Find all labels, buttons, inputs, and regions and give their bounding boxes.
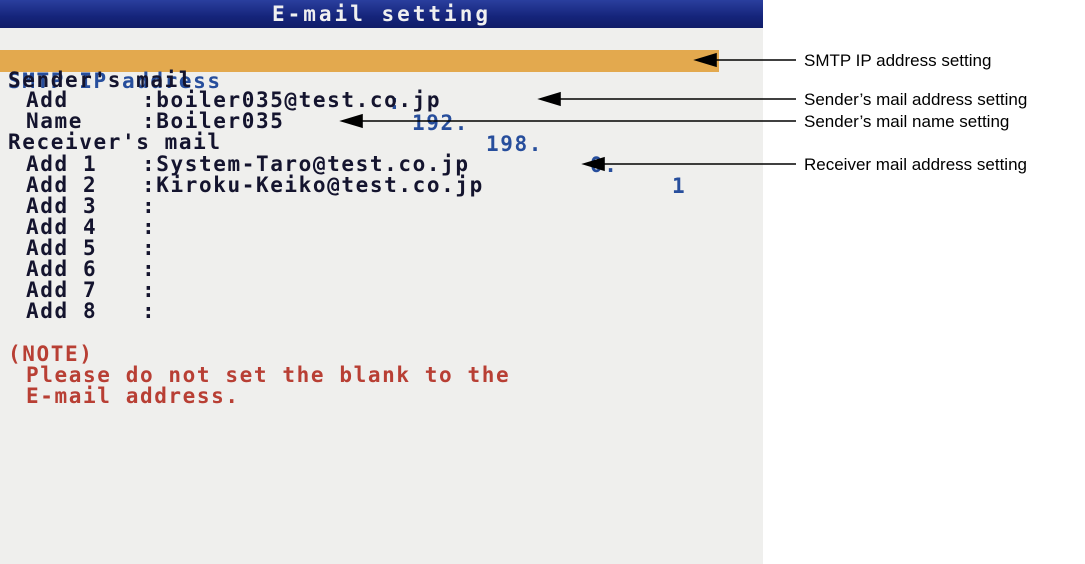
email-setting-screen: E-mail setting SMTP IP address : 192. 19… (0, 0, 763, 564)
smtp-octet-3[interactable]: 0. (590, 155, 619, 176)
smtp-callout-label: SMTP IP address setting (804, 51, 992, 70)
note-line-2: E-mail address. (26, 384, 240, 408)
screen-title: E-mail setting (271, 2, 491, 26)
smtp-octet-1[interactable]: 192. (412, 113, 469, 134)
sender-address-callout-label: Sender’s mail address setting (804, 90, 1028, 109)
smtp-octet-4[interactable]: 1 (672, 176, 686, 197)
receiver-address-callout-label: Receiver mail address setting (804, 155, 1027, 174)
title-bar: E-mail setting (0, 0, 763, 28)
receiver-add-8-label: Add 8 (26, 299, 98, 323)
receiver-add-2-field[interactable]: :Kiroku-Keiko@test.co.jp (142, 175, 484, 197)
sender-name-callout-label: Sender’s mail name setting (804, 112, 1010, 131)
page: E-mail setting SMTP IP address : 192. 19… (0, 0, 1085, 564)
receiver-add-8-field[interactable]: : (142, 301, 156, 323)
receiver-heading: Receiver's mail (8, 130, 222, 154)
smtp-octet-2[interactable]: 198. (486, 134, 543, 155)
